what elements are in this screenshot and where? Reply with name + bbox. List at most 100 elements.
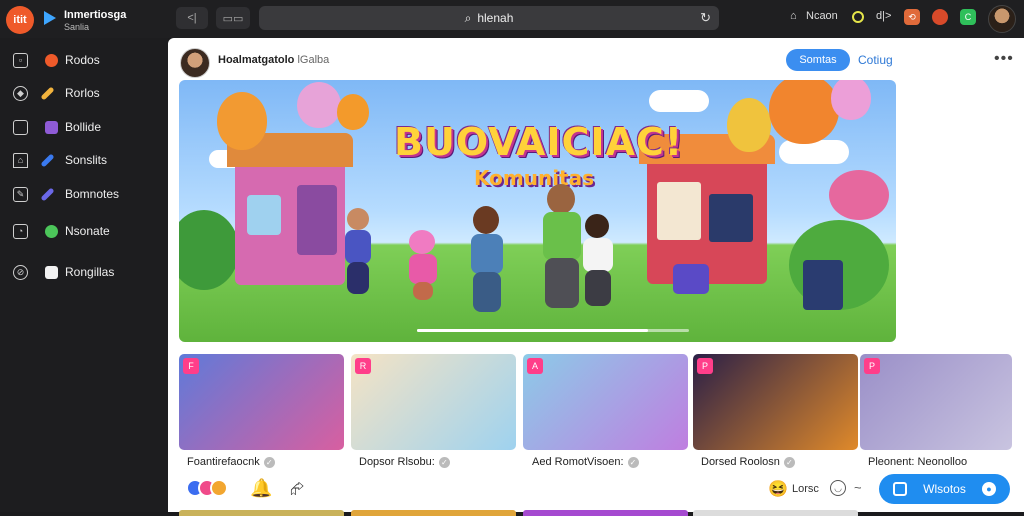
head-shape [585,214,609,238]
compass-icon: ◆ [13,85,28,101]
video-progress-bar[interactable] [417,329,689,332]
clock-icon: ⊘ [13,264,28,280]
head-shape [347,208,369,230]
bell-icon[interactable]: 🔔 [250,478,272,499]
torso-shape [471,234,503,274]
thumbnail-title[interactable]: Foantirefaocnk ✓ [187,456,275,468]
boy-figure [577,214,619,310]
sidebar-item-label: Rodos [65,53,100,67]
search-icon: ⌕ [464,10,472,25]
home-icon: ⌂ [13,152,28,168]
sidebar-item-label: Nsonate [65,224,110,238]
reactions-group[interactable] [186,479,232,499]
video-thumbnail[interactable]: F [179,354,344,450]
status-ring-icon[interactable] [852,11,864,23]
thumbnail-title-text: Pleonent: Neonolloo [868,456,968,468]
profile-mini-icon[interactable] [932,9,948,25]
watch-button[interactable]: Wlsotos ● [879,474,1010,504]
thumbnail-title[interactable]: Dopsor Rlsobu: ✓ [359,456,450,468]
poster-shape [657,182,701,240]
sidebar-item-label: Bollide [65,120,102,134]
next-row-thumbnail[interactable] [523,510,688,516]
sidebar-dot-icon [45,120,58,134]
balloon-shape [337,94,369,130]
sidebar-item-5[interactable]: ◔ Nsonate [0,218,168,244]
legs-shape [545,258,579,308]
torso-shape [543,212,581,260]
sidebar-item-4[interactable]: ✎ Bomnotes [0,181,168,207]
reaction-label[interactable]: Lorsc [792,483,819,495]
share-icon[interactable]: ⮳ [290,478,304,499]
follow-button[interactable]: Somtas [786,49,850,71]
thumbnail-title-text: Foantirefaocnk [187,456,260,468]
board-shape [709,194,753,242]
tree-shape [179,210,239,290]
hero-video[interactable]: BUOVAICIAC! Komunitas [179,80,896,342]
head-shape [473,206,499,234]
thumbnail-title[interactable]: Aed RomotVisoen: ✓ [532,456,639,468]
thumbnail-title-text: Dopsor Rlsobu: [359,456,435,468]
wave-icon[interactable]: ~ [854,480,862,495]
pen-icon: ✎ [13,186,28,202]
thumbnail-title[interactable]: Dorsed Roolosn ✓ [701,456,795,468]
marker-icon [40,186,55,202]
sidebar-item-6[interactable]: ⊘ Rongillas [0,259,168,285]
verified-icon: ✓ [627,456,639,468]
url-text: hlenah [477,11,514,25]
video-thumbnail[interactable]: A [523,354,688,450]
main-content: Hoalmatgatolo lGalba Somtas Cotiug ••• B… [168,38,1024,516]
next-row-thumbnail[interactable] [351,510,516,516]
balloon-shape [769,80,839,144]
tabs-button[interactable]: ▭▭ [216,7,250,29]
sidebar-item-3[interactable]: ⌂ Sonslits [0,147,168,173]
torso-shape [345,230,371,264]
next-row-thumbnail[interactable] [179,510,344,516]
legs-shape [347,262,369,294]
sidebar-item-1[interactable]: ◆ Rorlos [0,80,168,106]
laugh-emoji-icon[interactable]: 😆 [768,479,788,499]
sidebar-dot-icon [45,265,58,279]
app-logo[interactable]: itit [6,6,34,34]
cloud-shape [779,140,849,164]
legs-shape [473,272,501,312]
extension-icon[interactable]: ⟲ [904,9,920,25]
author-name: Hoalmatgatolo [218,54,295,66]
verified-icon: ✓ [263,456,275,468]
screen-icon [893,482,907,496]
woman-figure [465,206,509,316]
config-link[interactable]: Cotiug [858,53,893,67]
more-options-icon[interactable]: ••• [994,50,1014,68]
haha-reaction-icon [210,479,228,497]
user-avatar[interactable] [988,5,1016,33]
thumbnail-badge: F [183,358,199,374]
verified-icon: ✓ [438,456,450,468]
back-button[interactable]: <| [176,7,208,29]
sidebar-item-label: Rorlos [65,86,100,100]
thumbnail-title-text: Aed RomotVisoen: [532,456,624,468]
grid-icon: ▫ [13,52,28,68]
search-icon: ● [982,482,996,496]
post-author[interactable]: Hoalmatgatolo lGalba [218,54,329,66]
home-label[interactable]: Ncaon [806,10,838,22]
legs-shape [413,282,433,300]
home-icon[interactable]: ⌂ [790,10,797,22]
legs-shape [585,270,611,306]
url-bar[interactable]: ⌕ hlenah ↻ [259,6,719,30]
sidebar-item-2[interactable]: Bollide [0,114,168,140]
smile-icon[interactable]: ◡ [830,480,846,496]
pencil-icon [40,85,55,101]
next-row-thumbnail[interactable] [693,510,858,516]
torso-shape [409,254,437,284]
video-thumbnail[interactable]: R [351,354,516,450]
chat-icon[interactable]: C [960,9,976,25]
sidebar-item-0[interactable]: ▫ Rodos [0,47,168,73]
reload-icon[interactable]: ↻ [700,10,711,26]
thumbnail-title[interactable]: Pleonent: Neonolloo [868,456,967,468]
audio-icon[interactable]: d|> [876,10,891,22]
balloon-shape [831,80,871,120]
author-avatar[interactable] [180,48,210,78]
sidebar-item-label: Sonslits [65,153,108,167]
video-thumbnail[interactable]: P [693,354,858,450]
video-thumbnail[interactable]: P [860,354,1012,450]
thumbnail-badge: A [527,358,543,374]
